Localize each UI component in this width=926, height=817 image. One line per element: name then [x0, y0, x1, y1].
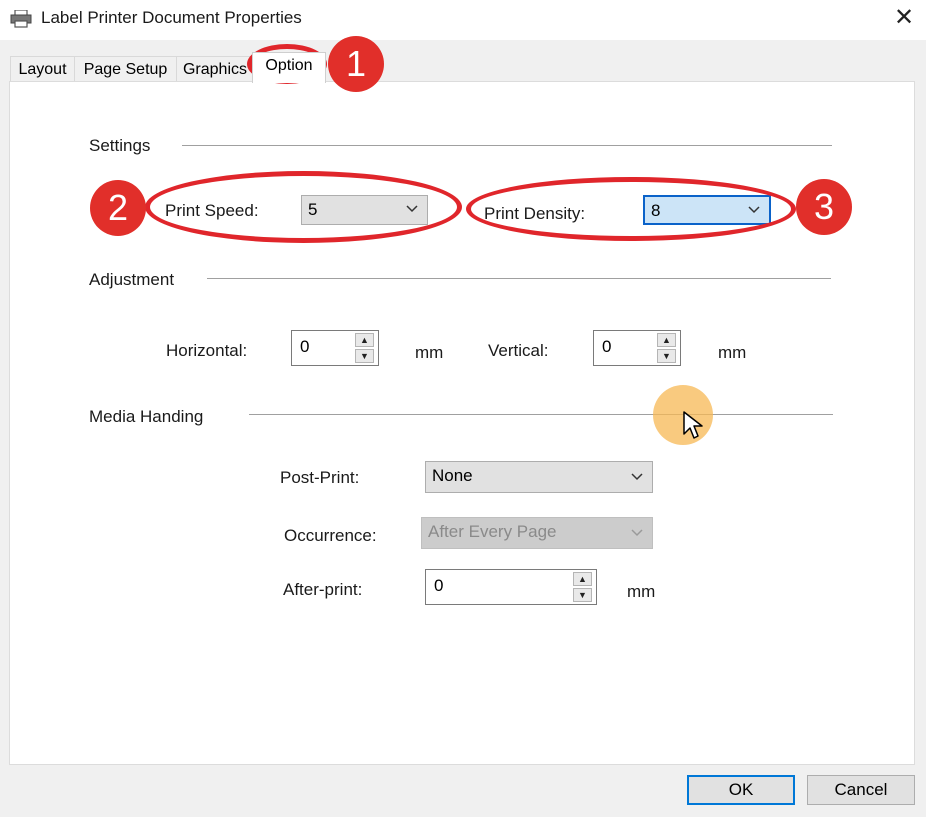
- horizontal-unit: mm: [415, 343, 444, 362]
- ok-button[interactable]: OK: [687, 775, 795, 805]
- occurrence-label: Occurrence:: [284, 526, 377, 545]
- close-icon[interactable]: ✕: [888, 4, 920, 32]
- media-handling-divider: [249, 414, 833, 415]
- settings-section-label: Settings: [89, 136, 151, 155]
- vertical-label: Vertical:: [488, 341, 549, 360]
- adjustment-section-label: Adjustment: [89, 270, 175, 289]
- annotation-ellipse-print-density: [466, 177, 796, 241]
- annotation-badge-2: 2: [90, 180, 146, 236]
- annotation-badge-1: 1: [328, 36, 384, 92]
- after-print-label: After-print:: [283, 580, 363, 599]
- chevron-down-icon: [631, 529, 643, 537]
- post-print-label: Post-Print:: [280, 468, 360, 487]
- tab-option[interactable]: Option: [252, 52, 326, 83]
- spin-up-icon[interactable]: ▲: [573, 572, 592, 586]
- horizontal-value: 0: [300, 337, 310, 356]
- spin-down-icon[interactable]: ▼: [573, 588, 592, 602]
- settings-divider: [182, 145, 832, 146]
- window-title: Label Printer Document Properties: [41, 8, 302, 27]
- vertical-value: 0: [602, 337, 612, 356]
- after-print-spinner[interactable]: 0 ▲ ▼: [425, 569, 597, 605]
- tab-layout[interactable]: Layout: [10, 56, 75, 82]
- adjustment-divider: [207, 278, 831, 279]
- after-print-spin-arrows: ▲ ▼: [573, 572, 593, 602]
- annotation-badge-3: 3: [796, 179, 852, 235]
- media-handling-section-label: Media Handing: [89, 407, 204, 426]
- after-print-value: 0: [434, 576, 444, 595]
- tab-page-setup[interactable]: Page Setup: [74, 56, 177, 82]
- spin-up-icon[interactable]: ▲: [657, 333, 676, 347]
- horizontal-spin-arrows: ▲ ▼: [355, 333, 375, 363]
- mouse-cursor-icon: [683, 411, 703, 439]
- after-print-unit: mm: [627, 582, 656, 601]
- occurrence-select: After Every Page: [421, 517, 653, 549]
- horizontal-label: Horizontal:: [166, 341, 248, 360]
- spin-up-icon[interactable]: ▲: [355, 333, 374, 347]
- vertical-spin-arrows: ▲ ▼: [657, 333, 677, 363]
- tab-graphics[interactable]: Graphics: [176, 56, 254, 82]
- horizontal-spinner[interactable]: 0 ▲ ▼: [291, 330, 379, 366]
- spin-down-icon[interactable]: ▼: [657, 349, 676, 363]
- annotation-ellipse-print-speed: [145, 171, 462, 243]
- chevron-down-icon: [631, 473, 643, 481]
- vertical-unit: mm: [718, 343, 747, 362]
- post-print-value: None: [432, 466, 473, 485]
- occurrence-value: After Every Page: [428, 522, 557, 541]
- cancel-button[interactable]: Cancel: [807, 775, 915, 805]
- printer-icon: [10, 10, 32, 28]
- spin-down-icon[interactable]: ▼: [355, 349, 374, 363]
- post-print-select[interactable]: None: [425, 461, 653, 493]
- vertical-spinner[interactable]: 0 ▲ ▼: [593, 330, 681, 366]
